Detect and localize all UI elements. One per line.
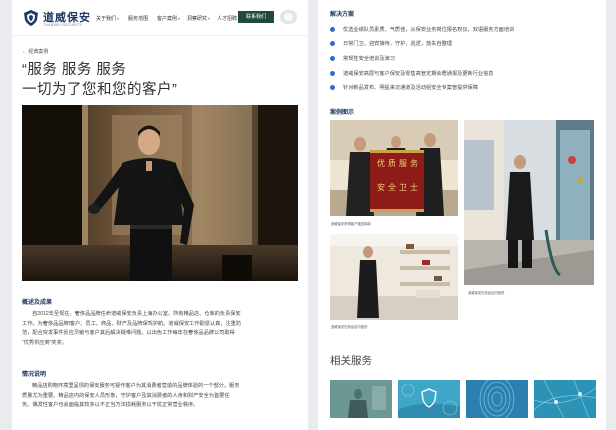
brand-subtitle: DIANWEI SECURITY bbox=[44, 23, 83, 27]
banner-char: 务 bbox=[410, 158, 418, 168]
nav-insights-label: 洞察研究 bbox=[187, 16, 208, 22]
overview-section-title: 概述及成果 bbox=[22, 300, 53, 306]
overview-paragraph: 自2012年至现在，奢侈品品牌任命道威保安负责上海办公室、所有精品店、仓库的负责… bbox=[22, 310, 298, 348]
solution-bullet: 道威保安高层与客户保安及零售高管定期会晤通报及更新行业信息 bbox=[330, 70, 600, 77]
situation-section-title: 情况说明 bbox=[22, 372, 47, 378]
nav-careers[interactable]: 人才招聘▾ bbox=[217, 15, 240, 22]
cases-section-title: 案例图示 bbox=[330, 110, 355, 116]
nav-about-label: 关于我们 bbox=[96, 16, 117, 22]
case-photo-store-guard[interactable] bbox=[464, 120, 594, 285]
back-to-cases-link[interactable]: ← 经典案例 bbox=[22, 48, 48, 55]
site-header: 道威保安 DIANWEI SECURITY 关于我们▾ 服务范围 客户案例▾ 洞… bbox=[12, 0, 308, 36]
solution-bullet-text: 道威保安高层与客户保安及零售高管定期会晤通报及更新行业信息 bbox=[343, 71, 494, 77]
overview-line: 自2012年至现在，奢侈品品牌任命道威保安负责上海办公室、所有精品店、仓库的负责… bbox=[32, 311, 241, 317]
case-photo-caption: 道威保安在精品店内值勤 bbox=[331, 325, 368, 329]
theme-toggle[interactable] bbox=[280, 10, 297, 24]
solution-section-title: 解决方案 bbox=[330, 12, 355, 18]
situation-paragraph: 精品店购物环境里呈现的保安服务可视作客户为其消费者营造的品牌体验的一个部分。服务… bbox=[22, 382, 298, 411]
article-page: 道威保安 DIANWEI SECURITY 关于我们▾ 服务范围 客户案例▾ 洞… bbox=[12, 0, 308, 430]
nav-cases[interactable]: 客户案例▾ bbox=[157, 15, 180, 22]
hero-photo bbox=[22, 105, 298, 281]
bullet-dot-icon bbox=[330, 41, 335, 46]
situation-line: 质量尤为重要。精品店内的保安人员形象，守护客户及其消费者的人身和财产安全为首要任 bbox=[22, 392, 230, 399]
solution-bullet: 常规性安全培训及演习 bbox=[330, 55, 600, 62]
bullet-dot-icon bbox=[330, 71, 335, 76]
shield-logo-icon[interactable] bbox=[22, 9, 40, 27]
related-services-title: 相关服务 bbox=[330, 355, 372, 367]
solution-bullet: 针对新品发布、明星来访通道及活动组安全专案管提供保障 bbox=[330, 84, 600, 91]
nav-services[interactable]: 服务范围 bbox=[128, 15, 148, 22]
solution-bullet-text: 针对新品发布、明星来访通道及活动组安全专案管提供保障 bbox=[343, 85, 478, 91]
overview-line: “优秀供应商”奖奖。 bbox=[22, 339, 67, 346]
solution-bullet: 优选业绩队员素质、气质佳，从保安业务岗位报名权仪，双语服务方面培训 bbox=[330, 26, 600, 33]
page-title-line-1: “服务 服务 服务 bbox=[22, 62, 127, 78]
case-photo-caption: 道威保安获得客户赠送锦旗 bbox=[331, 222, 371, 226]
banner-char: 优 bbox=[377, 158, 385, 168]
case-photo-banner[interactable]: 优 质 服 务 安 全 卫 士 bbox=[330, 120, 458, 216]
contact-us-button[interactable]: 联系我们 bbox=[238, 11, 274, 23]
bullet-dot-icon bbox=[330, 56, 335, 61]
nav-insights[interactable]: 洞察研究▾ bbox=[187, 15, 210, 22]
banner-char: 质 bbox=[388, 158, 396, 168]
nav-services-label: 服务范围 bbox=[128, 16, 149, 22]
related-service-tile-shield[interactable] bbox=[398, 380, 460, 418]
chevron-down-icon: ▾ bbox=[208, 16, 211, 21]
situation-line: 务。偶发性客户也会面临其较多以不正当方法损耗服务以干扰正常营业秩序。 bbox=[22, 402, 199, 408]
solution-bullet: 日常门卫，迎宾接待，守护，巡逻，放失自整理 bbox=[330, 40, 600, 47]
situation-line: 精品店购物环境里呈现的保安服务可视作客户为其消费者营造的品牌体验的一个部分。服务 bbox=[32, 383, 240, 389]
related-service-tile-network[interactable] bbox=[534, 380, 596, 418]
solution-bullet-text: 日常门卫，迎宾接待，守护，巡逻，放失自整理 bbox=[343, 41, 452, 47]
chevron-down-icon: ▾ bbox=[117, 16, 120, 21]
nav-careers-label: 人才招聘 bbox=[217, 16, 238, 22]
related-service-tile-guard[interactable] bbox=[330, 380, 392, 418]
bullet-dot-icon bbox=[330, 85, 335, 90]
banner-char: 士 bbox=[410, 182, 418, 192]
case-photo-shoe-store[interactable] bbox=[330, 234, 458, 320]
solution-bullet-text: 常规性安全培训及演习 bbox=[343, 56, 395, 62]
chevron-down-icon: ▾ bbox=[178, 16, 181, 21]
related-service-tile-fingerprint[interactable] bbox=[466, 380, 528, 418]
page-title: “服务 服务 服务 一切为了您和您的客户” bbox=[22, 60, 177, 100]
article-page-continued: 解决方案 优选业绩队员素质、气质佳，从保安业务岗位报名权仪，双语服务方面培训 日… bbox=[318, 0, 606, 430]
overview-line: 工作。为奢侈品品牌l客户、员工、商品、财产及品牌保驾护航。道威保安工作勤恳认真，… bbox=[22, 320, 242, 327]
overview-line: 范，配合突发事件反应灵敏与客户其后解决疑难问题。以出色工作每年在奢侈品品牌公司取… bbox=[22, 330, 235, 336]
case-photo-caption: 道威保安在精品店内值勤 bbox=[468, 291, 505, 295]
banner-char: 卫 bbox=[399, 183, 407, 192]
nav-about[interactable]: 关于我们▾ bbox=[96, 15, 119, 22]
bullet-dot-icon bbox=[330, 27, 335, 32]
banner-char: 安 bbox=[377, 182, 385, 192]
banner-char: 全 bbox=[388, 182, 396, 192]
banner-char: 服 bbox=[399, 159, 407, 168]
solution-bullet-text: 优选业绩队员素质、气质佳，从保安业务岗位报名权仪，双语服务方面培训 bbox=[343, 27, 515, 33]
page-title-line-2: 一切为了您和您的客户” bbox=[22, 82, 178, 98]
nav-cases-label: 客户案例 bbox=[157, 16, 178, 22]
